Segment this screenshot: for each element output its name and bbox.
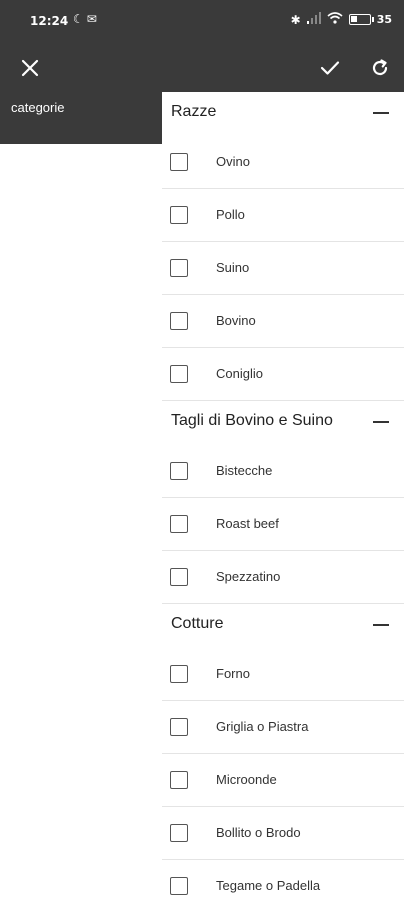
status-time: 12:24 (30, 14, 69, 28)
section-header[interactable]: Razze (162, 92, 404, 136)
close-icon (21, 59, 39, 77)
minus-bar (373, 624, 389, 626)
status-left-icons: ☾✉ (73, 12, 100, 26)
status-bar: 12:24 ☾✉ ✱ 35 (0, 0, 404, 44)
confirm-button[interactable] (312, 50, 348, 86)
filter-item[interactable]: Coniglio (162, 348, 404, 401)
filter-item-label: Bovino (216, 313, 256, 328)
filter-item[interactable]: Bovino (162, 295, 404, 348)
filter-item[interactable]: Suino (162, 242, 404, 295)
checkbox[interactable] (170, 877, 188, 895)
signal-icon (306, 12, 321, 27)
checkbox[interactable] (170, 824, 188, 842)
collapse-icon[interactable] (370, 618, 392, 632)
checkbox[interactable] (170, 515, 188, 533)
section-title: Tagli di Bovino e Suino (171, 412, 333, 429)
check-icon (320, 61, 340, 75)
battery-fill (350, 16, 357, 22)
checkbox[interactable] (170, 771, 188, 789)
filter-item-label: Coniglio (216, 366, 263, 381)
filter-item-label: Ovino (216, 154, 250, 169)
close-button[interactable] (12, 50, 48, 86)
checkbox[interactable] (170, 665, 188, 683)
section-title: Cotture (171, 615, 224, 632)
checkbox[interactable] (170, 718, 188, 736)
app-bar (0, 44, 404, 92)
checkbox[interactable] (170, 365, 188, 383)
battery-icon (348, 14, 374, 25)
filter-item-label: Pollo (216, 207, 245, 222)
filter-item-label: Roast beef (216, 516, 279, 531)
filter-item[interactable]: Forno (162, 648, 404, 701)
filter-item-label: Bollito o Brodo (216, 825, 301, 840)
section-title: Razze (171, 103, 217, 120)
filter-item[interactable]: Roast beef (162, 498, 404, 551)
filter-item-label: Microonde (216, 772, 277, 787)
checkbox[interactable] (170, 206, 188, 224)
filter-item[interactable]: Ovino (162, 136, 404, 189)
checkbox[interactable] (170, 568, 188, 586)
section-header[interactable]: Tagli di Bovino e Suino (162, 401, 404, 445)
mail-icon: ✉ (86, 12, 100, 26)
wifi-icon (327, 12, 343, 27)
status-right-icons: ✱ 35 (291, 12, 392, 27)
refresh-button[interactable] (362, 50, 398, 86)
app-screen: 12:24 ☾✉ ✱ 35 categorie Razze Ovino Poll… (0, 0, 404, 900)
filter-item-label: Forno (216, 666, 250, 681)
section-header[interactable]: Cotture (162, 604, 404, 648)
collapse-icon[interactable] (370, 415, 392, 429)
filter-item-label: Bistecche (216, 463, 273, 478)
collapse-icon[interactable] (370, 106, 392, 120)
checkbox[interactable] (170, 312, 188, 330)
minus-bar (373, 421, 389, 423)
moon-icon: ☾ (73, 12, 87, 26)
filter-item[interactable]: Tegame o Padella (162, 860, 404, 900)
filter-item-label: Suino (216, 260, 250, 275)
bluetooth-icon: ✱ (290, 12, 301, 27)
category-label[interactable]: categorie (11, 100, 64, 115)
checkbox[interactable] (170, 153, 188, 171)
category-panel: categorie (0, 92, 162, 144)
filter-item-label: Spezzatino (216, 569, 281, 584)
refresh-icon (372, 59, 388, 76)
filter-item[interactable]: Griglia o Piastra (162, 701, 404, 754)
filter-item[interactable]: Spezzatino (162, 551, 404, 604)
filter-item[interactable]: Pollo (162, 189, 404, 242)
checkbox[interactable] (170, 259, 188, 277)
filter-item[interactable]: Microonde (162, 754, 404, 807)
minus-bar (373, 112, 389, 114)
filter-item-label: Griglia o Piastra (216, 719, 309, 734)
filter-item-label: Tegame o Padella (216, 878, 321, 893)
battery-percent: 35 (376, 13, 392, 26)
filter-list: Razze Ovino Pollo Suino Bovino Coniglio Tagli … (162, 92, 404, 900)
filter-item[interactable]: Bollito o Brodo (162, 807, 404, 860)
checkbox[interactable] (170, 462, 188, 480)
filter-item[interactable]: Bistecche (162, 445, 404, 498)
